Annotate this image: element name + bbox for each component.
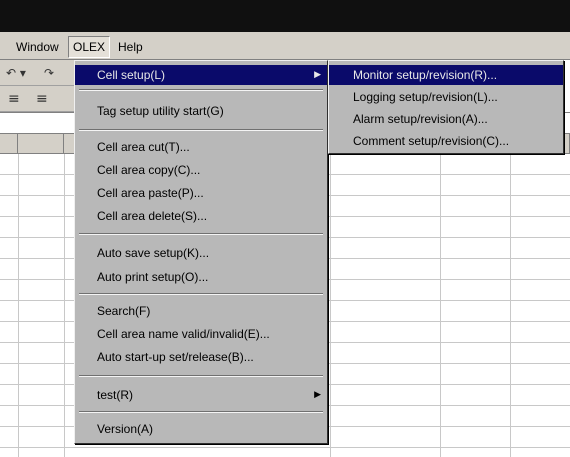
menu-separator <box>79 293 323 295</box>
menu-item-auto-print-setup[interactable]: Auto print setup(O)... <box>75 267 327 287</box>
menu-item-cell-area-cut[interactable]: Cell area cut(T)... <box>75 137 327 157</box>
submenu-item-comment-setup[interactable]: Comment setup/revision(C)... <box>329 131 563 151</box>
menu-item-cell-area-paste[interactable]: Cell area paste(P)... <box>75 183 327 203</box>
cell-setup-submenu: Monitor setup/revision(R)... Logging set… <box>328 60 564 154</box>
menu-separator <box>79 411 323 413</box>
submenu-item-alarm-setup[interactable]: Alarm setup/revision(A)... <box>329 109 563 129</box>
standard-toolbar: ↶ ▾ ↷ <box>0 60 75 86</box>
menu-separator <box>79 129 323 131</box>
olex-menu: Cell setup(L) ▶ Tag setup utility start(… <box>74 60 328 444</box>
redo-icon[interactable]: ↷ <box>44 66 54 80</box>
menu-item-auto-save-setup[interactable]: Auto save setup(K)... <box>75 243 327 263</box>
format-toolbar: ≡ ≡ <box>0 86 75 112</box>
menu-olex[interactable]: OLEX <box>68 36 111 58</box>
grid-line <box>64 154 65 457</box>
menu-item-cell-area-delete[interactable]: Cell area delete(S)... <box>75 206 327 226</box>
menu-item-version[interactable]: Version(A) <box>75 419 327 439</box>
column-header[interactable] <box>18 134 64 154</box>
menu-help[interactable]: Help <box>116 38 145 56</box>
grid-line <box>440 154 441 457</box>
menu-item-search[interactable]: Search(F) <box>75 301 327 321</box>
menu-window[interactable]: Window <box>14 38 61 56</box>
align-center-icon[interactable]: ≡ <box>36 91 48 107</box>
grid-line <box>510 154 511 457</box>
menu-separator <box>79 375 323 377</box>
menu-separator <box>79 233 323 235</box>
select-all-corner[interactable] <box>0 134 18 154</box>
title-bar <box>0 0 570 32</box>
submenu-item-logging-setup[interactable]: Logging setup/revision(L)... <box>329 87 563 107</box>
submenu-arrow-icon: ▶ <box>314 390 321 400</box>
menu-item-cell-setup[interactable]: Cell setup(L) ▶ <box>75 65 327 85</box>
submenu-item-monitor-setup[interactable]: Monitor setup/revision(R)... <box>329 65 563 85</box>
undo-icon[interactable]: ↶ ▾ <box>6 66 26 80</box>
submenu-arrow-icon: ▶ <box>314 70 321 80</box>
grid-line <box>330 154 331 457</box>
menu-bar: Window OLEX Help <box>0 32 570 60</box>
menu-item-cell-area-name[interactable]: Cell area name valid/invalid(E)... <box>75 324 327 344</box>
grid-line <box>18 154 19 457</box>
menu-item-auto-start-up[interactable]: Auto start-up set/release(B)... <box>75 347 327 367</box>
menu-item-test[interactable]: test(R) ▶ <box>75 385 327 405</box>
menu-item-cell-area-copy[interactable]: Cell area copy(C)... <box>75 160 327 180</box>
menu-separator <box>79 89 323 91</box>
align-left-icon[interactable]: ≡ <box>8 91 20 107</box>
menu-item-tag-setup[interactable]: Tag setup utility start(G) <box>75 101 327 121</box>
